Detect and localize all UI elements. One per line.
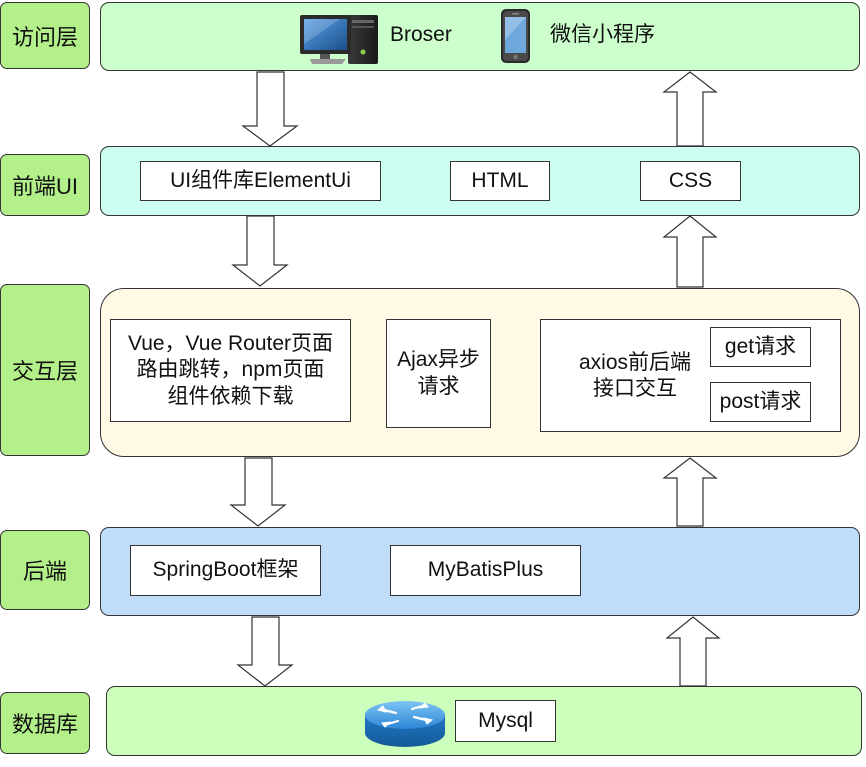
arrow-up-database-to-backend	[665, 616, 721, 687]
router-icon	[365, 701, 445, 747]
arrow-up-frontend-to-access	[662, 71, 718, 147]
desktop-computer-icon	[300, 15, 378, 64]
diagram-graphics	[229, 9, 721, 747]
arrow-down-access-to-frontend	[241, 71, 299, 147]
arrow-up-interaction-to-frontend	[662, 215, 718, 288]
mobile-phone-icon	[501, 9, 530, 63]
arrow-down-interaction-to-backend	[229, 457, 287, 527]
arrow-down-frontend-to-interaction	[231, 215, 289, 287]
arrow-up-backend-to-interaction	[662, 457, 718, 527]
arrow-down-backend-to-database	[236, 616, 294, 687]
